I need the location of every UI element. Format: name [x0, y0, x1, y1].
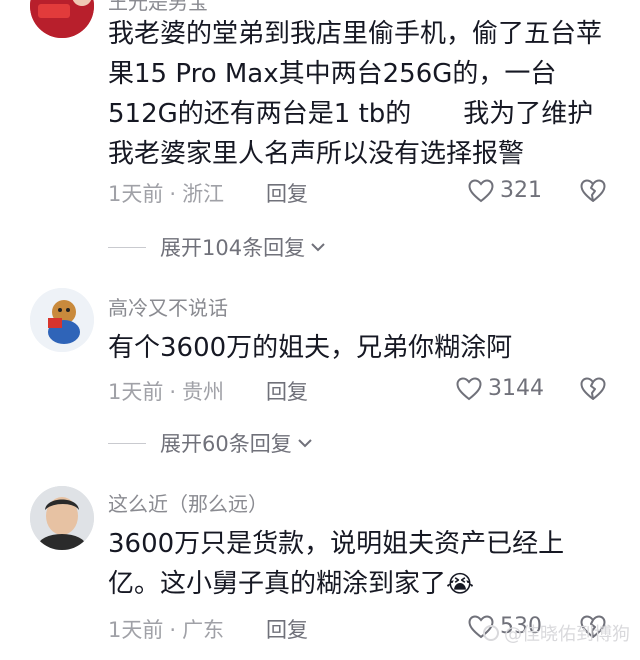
avatar-image	[30, 0, 94, 38]
watermark-text: @佳晓佑到博狗	[504, 624, 630, 645]
reply-button[interactable]: 回复	[266, 376, 308, 406]
chevron-down-icon	[298, 439, 312, 448]
divider-line	[108, 442, 146, 444]
dislike-button[interactable]	[580, 179, 606, 205]
comment-item: 王光是男宝 我老婆的堂弟到我店里偷手机，偷了五台苹果15 Pro Max其中两台…	[0, 0, 640, 270]
comment-location: 广东	[182, 618, 225, 642]
comment-meta: 1天前 · 浙江	[108, 178, 224, 208]
avatar-image	[30, 288, 94, 352]
comment-time: 1天前	[108, 380, 164, 404]
reply-button[interactable]: 回复	[266, 178, 308, 208]
crying-emoji: 😭	[446, 570, 475, 598]
avatar-image	[30, 486, 94, 550]
meta-separator: ·	[169, 380, 177, 404]
comment-text: 有个3600万的姐夫，兄弟你糊涂阿	[108, 333, 513, 363]
avatar[interactable]	[30, 486, 94, 550]
comment-time: 1天前	[108, 618, 164, 642]
expand-replies[interactable]: 展开104条回复	[108, 232, 327, 262]
expand-replies-label: 展开104条回复	[160, 236, 306, 260]
comment-location: 浙江	[182, 182, 225, 206]
meta-separator: ·	[169, 618, 177, 642]
avatar[interactable]	[30, 288, 94, 352]
comment-time: 1天前	[108, 182, 164, 206]
chevron-down-icon	[311, 243, 325, 252]
divider-line	[108, 246, 146, 248]
broken-heart-icon	[580, 377, 606, 400]
comment-text: 3600万只是货款，说明姐夫资产已经上亿。这小舅子真的糊涂到家了😭	[108, 524, 608, 604]
avatar[interactable]	[30, 0, 94, 38]
heart-icon	[468, 178, 494, 202]
username[interactable]: 这么近（那么远）	[108, 488, 268, 517]
like-count: 321	[500, 178, 542, 203]
like-button[interactable]: 321	[468, 178, 542, 203]
comment-meta: 1天前 · 广东	[108, 614, 224, 644]
comment-meta: 1天前 · 贵州	[108, 376, 224, 406]
comment-location: 贵州	[182, 380, 225, 404]
dislike-button[interactable]	[580, 377, 606, 403]
like-button[interactable]: 3144	[456, 376, 544, 401]
watermark-icon	[483, 625, 499, 641]
like-count: 3144	[488, 376, 544, 401]
broken-heart-icon	[580, 179, 606, 202]
username[interactable]: 王光是男宝	[108, 0, 208, 15]
expand-replies[interactable]: 展开60条回复	[108, 428, 314, 458]
comment-text-body: 3600万只是货款，说明姐夫资产已经上亿。这小舅子真的糊涂到家了	[108, 529, 565, 599]
comment-text: 我老婆的堂弟到我店里偷手机，偷了五台苹果15 Pro Max其中两台256G的，…	[108, 19, 603, 169]
username[interactable]: 高冷又不说话	[108, 292, 228, 321]
reply-button[interactable]: 回复	[266, 614, 308, 644]
watermark: @佳晓佑到博狗	[482, 620, 630, 646]
heart-icon	[456, 376, 482, 400]
comment-item: 高冷又不说话 有个3600万的姐夫，兄弟你糊涂阿 1天前 · 贵州 回复 3144 …	[0, 278, 640, 468]
expand-replies-label: 展开60条回复	[160, 432, 292, 456]
meta-separator: ·	[169, 182, 177, 206]
